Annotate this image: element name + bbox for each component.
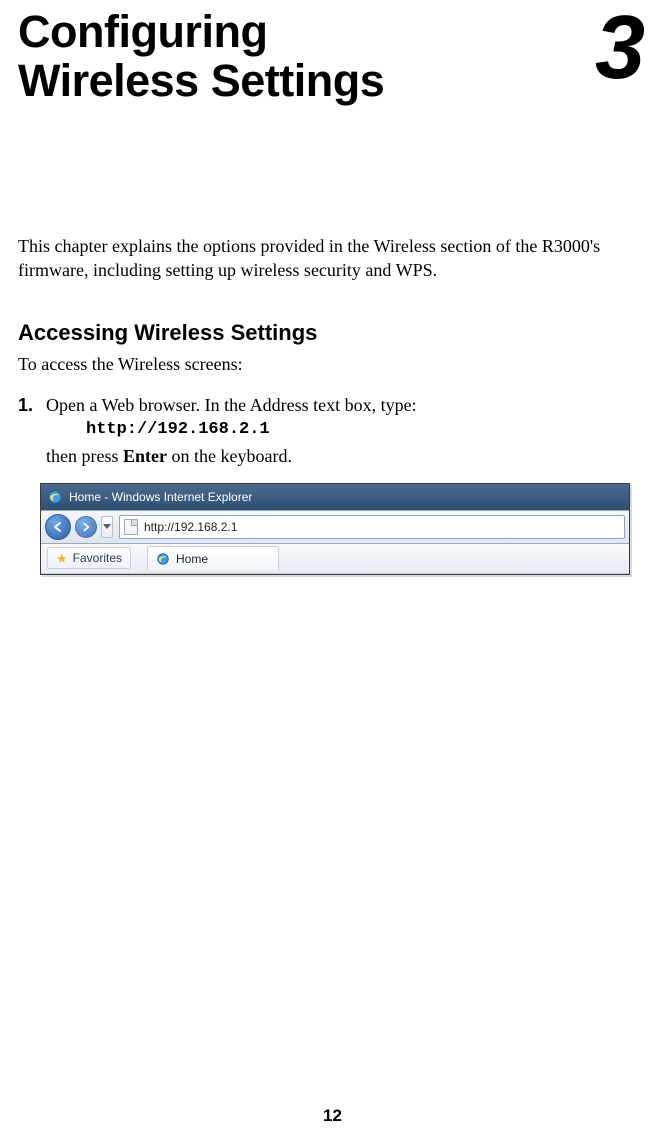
section-heading: Accessing Wireless Settings <box>18 320 647 346</box>
ie-icon <box>156 552 170 566</box>
star-icon: ★ <box>56 552 68 565</box>
browser-tab[interactable]: Home <box>147 546 279 570</box>
page-number: 12 <box>0 1106 665 1126</box>
browser-screenshot: Home - Windows Internet Explorer http://… <box>40 483 630 575</box>
step-url: http://192.168.2.1 <box>46 419 647 442</box>
page-icon <box>124 519 138 535</box>
address-text: http://192.168.2.1 <box>144 520 237 534</box>
ie-icon <box>47 489 63 505</box>
favorites-button[interactable]: ★ Favorites <box>47 547 131 569</box>
step-line1: Open a Web browser. In the Address text … <box>46 395 417 415</box>
chapter-title: Configuring Wireless Settings <box>18 8 384 105</box>
intro-paragraph: This chapter explains the options provid… <box>18 235 647 282</box>
step-number: 1. <box>18 393 46 469</box>
section-lead: To access the Wireless screens: <box>18 354 647 375</box>
forward-button[interactable] <box>75 516 97 538</box>
nav-history-dropdown[interactable] <box>101 516 113 538</box>
step-1: 1. Open a Web browser. In the Address te… <box>18 393 647 469</box>
favorites-bar: ★ Favorites Home <box>41 544 629 574</box>
browser-titlebar: Home - Windows Internet Explorer <box>41 484 629 510</box>
browser-window-title: Home - Windows Internet Explorer <box>69 490 252 504</box>
address-bar[interactable]: http://192.168.2.1 <box>119 515 625 539</box>
step-body: Open a Web browser. In the Address text … <box>46 393 647 469</box>
step-line2b: on the keyboard. <box>167 446 292 466</box>
back-button[interactable] <box>45 514 71 540</box>
chapter-number: 3 <box>595 8 647 89</box>
chapter-title-line1: Configuring <box>18 6 267 57</box>
browser-navbar: http://192.168.2.1 <box>41 510 629 544</box>
step-bold: Enter <box>123 446 167 466</box>
tab-label: Home <box>176 552 208 566</box>
step-line2a: then press <box>46 446 123 466</box>
chapter-title-line2: Wireless Settings <box>18 55 384 106</box>
favorites-label: Favorites <box>73 551 122 565</box>
